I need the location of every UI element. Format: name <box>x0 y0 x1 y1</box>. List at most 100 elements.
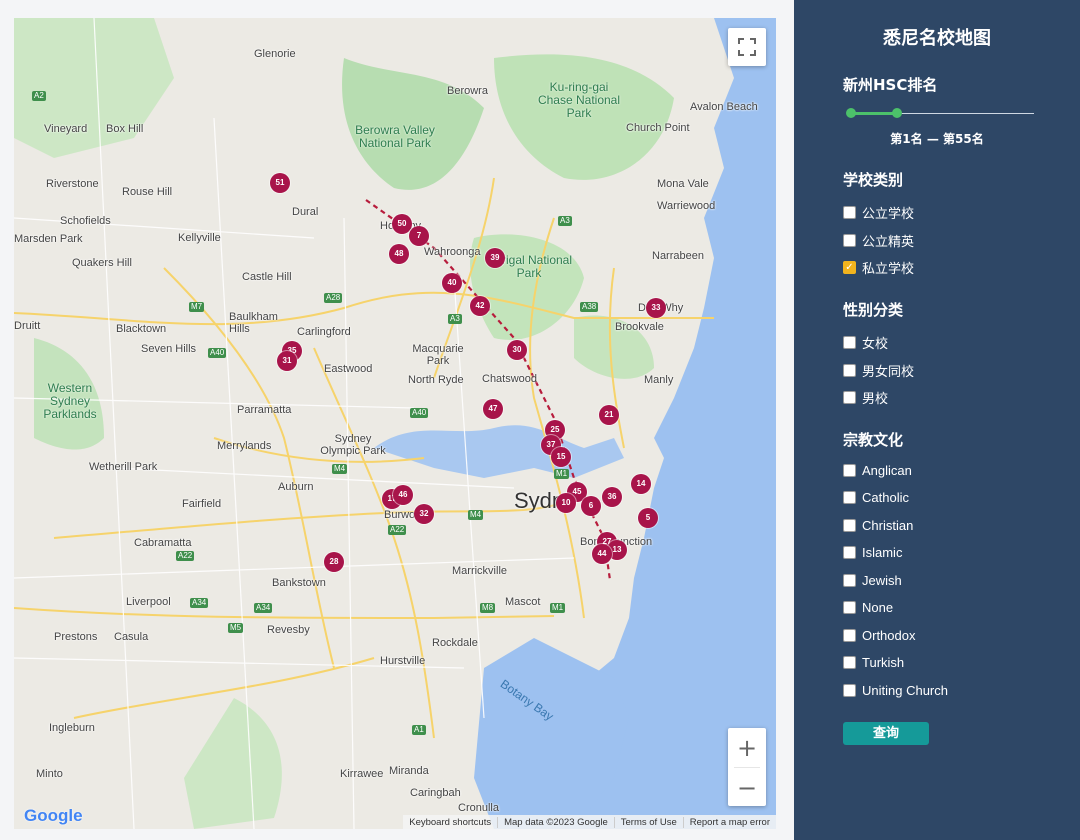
school-type-heading: 学校类别 <box>843 171 904 189</box>
slider-min-handle[interactable] <box>846 108 856 118</box>
religion-islamic[interactable]: Islamic <box>843 545 902 560</box>
zoom-in-button[interactable]: + <box>728 728 766 767</box>
map-place-label: Blacktown <box>116 323 167 335</box>
terms-of-use-link[interactable]: Terms of Use <box>613 816 683 828</box>
checkbox[interactable] <box>843 464 856 477</box>
highway-shield: M5 <box>228 623 244 633</box>
map-place-label: Riverstone <box>46 178 99 190</box>
map-place-label: Box Hill <box>106 123 144 135</box>
school-marker[interactable]: 14 <box>631 474 651 494</box>
religion-anglican[interactable]: Anglican <box>843 463 912 478</box>
checkbox[interactable] <box>843 364 856 377</box>
map-place-label: Narrabeen <box>652 250 704 262</box>
keyboard-shortcuts-link[interactable]: Keyboard shortcuts <box>403 817 497 828</box>
religion-catholic[interactable]: Catholic <box>843 490 909 505</box>
religion-uniting-church[interactable]: Uniting Church <box>843 683 948 698</box>
map-place-label: Baulkham Hills <box>229 311 278 335</box>
checkbox-label: Turkish <box>862 655 905 670</box>
map-place-label: Parramatta <box>237 404 292 416</box>
fullscreen-button[interactable] <box>728 28 766 66</box>
map-place-label: Casula <box>114 631 149 643</box>
zoom-out-button[interactable]: − <box>728 768 766 807</box>
map-place-label: Cabramatta <box>134 537 192 549</box>
highway-shield: A22 <box>388 525 407 535</box>
school-marker[interactable]: 21 <box>599 405 619 425</box>
school-marker[interactable]: 44 <box>592 544 612 564</box>
map-place-label: Auburn <box>278 481 314 493</box>
religion-none[interactable]: None <box>843 600 893 615</box>
school-type-selective[interactable]: 公立精英 <box>843 231 914 250</box>
checkbox[interactable] <box>843 656 856 669</box>
highway-shield: A3 <box>448 314 462 324</box>
highway-shield: M4 <box>468 510 484 520</box>
school-marker[interactable]: 40 <box>442 273 462 293</box>
school-marker[interactable]: 7 <box>409 226 429 246</box>
school-marker[interactable]: 39 <box>485 248 505 268</box>
school-marker[interactable]: 28 <box>324 552 344 572</box>
religion-christian[interactable]: Christian <box>843 518 913 533</box>
map-place-label: Glenorie <box>254 48 296 60</box>
map-place-label: Schofields <box>60 215 111 227</box>
map-place-label: Eastwood <box>324 363 373 375</box>
checkbox[interactable] <box>843 336 856 349</box>
map-park-label: Western Sydney Parklands <box>43 381 97 421</box>
school-marker[interactable]: 5 <box>638 508 658 528</box>
ranking-slider[interactable] <box>846 108 1034 118</box>
school-marker[interactable]: 6 <box>581 496 601 516</box>
school-marker[interactable]: 15 <box>551 447 571 467</box>
checkbox[interactable] <box>843 234 856 247</box>
map-place-label: Liverpool <box>126 596 171 608</box>
school-marker[interactable]: 48 <box>389 244 409 264</box>
highway-shield: A34 <box>190 598 209 608</box>
gender-girls[interactable]: 女校 <box>843 333 888 352</box>
school-type-private[interactable]: ✓ 私立学校 <box>843 258 914 277</box>
query-button[interactable]: 查询 <box>843 722 929 745</box>
report-error-link[interactable]: Report a map error <box>682 816 776 828</box>
highway-shield: M7 <box>189 302 205 312</box>
school-marker[interactable]: 46 <box>393 485 413 505</box>
checkbox-label: Christian <box>862 518 914 533</box>
checkbox-label: Anglican <box>862 463 912 478</box>
checkbox-label: 男校 <box>862 391 889 406</box>
highway-shield: A22 <box>176 551 195 561</box>
checkbox[interactable] <box>843 519 856 532</box>
religion-jewish[interactable]: Jewish <box>843 573 902 588</box>
checkbox[interactable] <box>843 206 856 219</box>
checkbox[interactable] <box>843 574 856 587</box>
school-marker[interactable]: 30 <box>507 340 527 360</box>
checkbox[interactable] <box>843 546 856 559</box>
school-marker[interactable]: 32 <box>414 504 434 524</box>
map-view[interactable]: Glenorie Berowra Ku-ring-gai Chase Natio… <box>14 18 776 829</box>
school-marker[interactable]: 33 <box>646 298 666 318</box>
map-place-label: Prestons <box>54 631 98 643</box>
map-place-label: Hurstville <box>380 655 426 667</box>
checkbox-label: 公立学校 <box>862 206 915 221</box>
religion-orthodox[interactable]: Orthodox <box>843 628 915 643</box>
school-marker[interactable]: 36 <box>602 487 622 507</box>
checkbox[interactable] <box>843 684 856 697</box>
map-place-label: Macquarie Park <box>412 343 464 367</box>
school-marker[interactable]: 10 <box>556 493 576 513</box>
ranking-heading: 新州HSC排名 <box>843 76 938 94</box>
school-marker[interactable]: 47 <box>483 399 503 419</box>
school-marker[interactable]: 42 <box>470 296 490 316</box>
map-place-label: Sydney Olympic Park <box>320 433 386 457</box>
school-type-public[interactable]: 公立学校 <box>843 203 914 222</box>
map-place-label: Avalon Beach <box>690 101 758 113</box>
slider-max-handle[interactable] <box>892 108 902 118</box>
school-marker[interactable]: 31 <box>277 351 297 371</box>
highway-shield: M8 <box>480 603 496 613</box>
ranking-range-text: 第1名 — 第55名 <box>890 132 984 146</box>
school-marker[interactable]: 51 <box>270 173 290 193</box>
gender-boys[interactable]: 男校 <box>843 388 888 407</box>
checkbox-checked[interactable]: ✓ <box>843 261 856 274</box>
checkbox[interactable] <box>843 601 856 614</box>
gender-heading: 性别分类 <box>843 301 904 319</box>
gender-coed[interactable]: 男女同校 <box>843 361 914 380</box>
checkbox[interactable] <box>843 491 856 504</box>
checkbox[interactable] <box>843 629 856 642</box>
checkbox[interactable] <box>843 391 856 404</box>
religion-turkish[interactable]: Turkish <box>843 655 904 670</box>
map-place-label: Wetherill Park <box>89 461 158 473</box>
checkbox-label: 男女同校 <box>862 364 915 379</box>
